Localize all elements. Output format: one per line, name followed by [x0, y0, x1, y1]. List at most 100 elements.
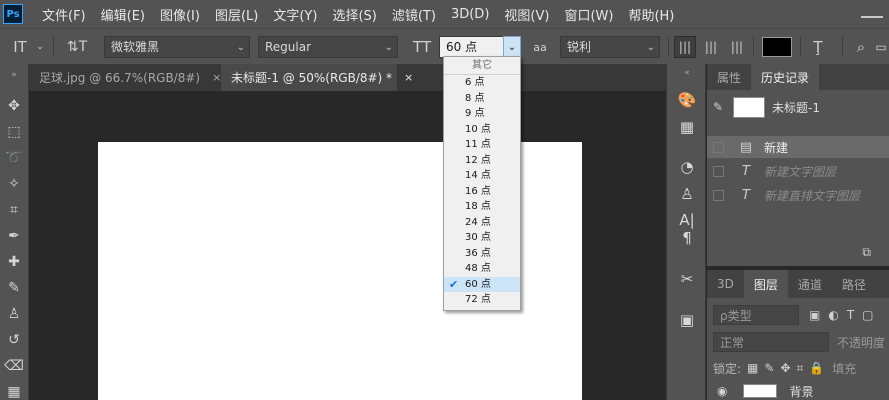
tab-3d[interactable]: 3D [707, 270, 744, 298]
layer-row[interactable]: ◉ 背景 [707, 382, 889, 400]
paragraph-panel-icon[interactable]: ¶ [677, 228, 697, 248]
layer-kind-filter[interactable]: ρ类型 [713, 305, 799, 325]
lock-position-icon[interactable]: ✥ [780, 361, 790, 375]
tab-untitled-1[interactable]: 未标题-1 @ 50%(RGB/8#) * × [221, 64, 413, 91]
menu-file[interactable]: 文件(F) [42, 5, 86, 24]
eraser-tool-icon[interactable]: ⌫ [4, 356, 24, 376]
shape-filter-icon[interactable]: ▢ [862, 308, 873, 322]
size-option[interactable]: 14 点 [444, 168, 520, 184]
move-tool-icon[interactable]: ✥ [4, 96, 24, 116]
new-document-from-state-icon[interactable]: ⧉ [862, 245, 871, 260]
blend-mode-select[interactable]: 正常 [713, 332, 829, 352]
pixel-filter-icon[interactable]: ▣ [809, 308, 820, 322]
collapse-icon[interactable]: « [677, 68, 697, 78]
history-checkbox[interactable] [713, 141, 724, 153]
stamp-panel-icon[interactable]: ♙ [677, 184, 697, 204]
history-panel: 属性 历史记录 ✎ 未标题-1 ▤ 新建 T 新建文字图层 T 新建直排文字图层… [707, 64, 889, 266]
brush-tool-icon[interactable]: ✎ [4, 278, 24, 298]
lock-transparent-icon[interactable]: ▦ [747, 361, 758, 375]
minimize-icon[interactable] [861, 4, 883, 18]
lock-all-icon[interactable]: 🔒 [809, 361, 824, 375]
size-option[interactable]: 36 点 [444, 246, 520, 262]
size-option[interactable]: 10 点 [444, 122, 520, 138]
eyedropper-tool-icon[interactable]: ✒ [4, 226, 24, 246]
menu-image[interactable]: 图像(I) [160, 5, 200, 24]
history-item[interactable]: T 新建直排文字图层 [707, 184, 889, 206]
text-color-swatch[interactable] [762, 37, 792, 57]
size-option[interactable]: 6 点 [444, 75, 520, 91]
menu-type[interactable]: 文字(Y) [273, 5, 317, 24]
type-filter-icon[interactable]: T [847, 308, 854, 322]
size-option[interactable]: 8 点 [444, 91, 520, 107]
tab-paths[interactable]: 路径 [832, 270, 876, 298]
history-brush-source-icon[interactable]: ✎ [713, 100, 723, 114]
tab-football-jpg[interactable]: 足球.jpg @ 66.7%(RGB/8#) × [29, 64, 221, 91]
antialias-select[interactable]: 锐利 ⌄ [560, 36, 660, 58]
type-tool-preset-icon[interactable]: IT [8, 36, 32, 58]
color-panel-icon[interactable]: 🎨 [677, 90, 697, 110]
character-panel-icon[interactable]: A| [677, 210, 697, 230]
paths-panel-icon[interactable]: ▣ [677, 310, 697, 330]
search-icon[interactable]: ⌕ [850, 36, 872, 58]
history-checkbox[interactable] [713, 165, 724, 177]
close-icon[interactable]: × [212, 71, 221, 84]
size-option[interactable]: 30 点 [444, 230, 520, 246]
tools-panel-icon[interactable]: ✂ [677, 269, 697, 289]
size-option[interactable]: 72 点 [444, 292, 520, 308]
tab-properties[interactable]: 属性 [707, 64, 751, 90]
healing-brush-tool-icon[interactable]: ✚ [4, 252, 24, 272]
size-option[interactable]: 24 点 [444, 215, 520, 231]
lock-artboard-icon[interactable]: ⌗ [797, 361, 804, 376]
history-snapshot[interactable]: ✎ 未标题-1 [707, 92, 889, 122]
align-left-icon[interactable]: ||| [674, 36, 696, 58]
history-item[interactable]: ▤ 新建 [707, 136, 889, 158]
size-option[interactable]: 18 点 [444, 199, 520, 215]
menu-layer[interactable]: 图层(L) [215, 5, 258, 24]
adjustment-filter-icon[interactable]: ◐ [828, 308, 838, 322]
history-brush-tool-icon[interactable]: ↺ [4, 330, 24, 350]
size-option[interactable]: 12 点 [444, 153, 520, 169]
photoshop-logo: Ps [3, 4, 23, 24]
tab-history[interactable]: 历史记录 [751, 64, 820, 90]
crop-tool-icon[interactable]: ⌗ [4, 200, 24, 220]
collapse-icon[interactable]: » [4, 70, 24, 80]
panels-icon[interactable]: ▭ [874, 36, 888, 58]
size-option[interactable]: 9 点 [444, 106, 520, 122]
size-option-selected[interactable]: ✔ 60 点 [444, 276, 520, 292]
tab-layers[interactable]: 图层 [743, 270, 788, 298]
font-family-select[interactable]: 微软雅黑 ⌄ [104, 36, 250, 58]
font-style-select[interactable]: Regular ⌄ [258, 36, 398, 58]
eye-icon[interactable]: ◉ [717, 384, 727, 398]
menu-view[interactable]: 视图(V) [504, 5, 549, 24]
align-center-icon[interactable]: ||| [700, 36, 722, 58]
tab-channels[interactable]: 通道 [788, 270, 832, 298]
document-icon: ▤ [739, 139, 753, 155]
font-size-dropdown-button[interactable]: ⌄ [503, 36, 521, 58]
warp-text-icon[interactable]: Ţ [806, 36, 830, 58]
align-right-icon[interactable]: ||| [726, 36, 748, 58]
toggle-orientation-icon[interactable]: ⇅T [64, 36, 90, 58]
lock-image-icon[interactable]: ✎ [764, 361, 774, 375]
adjustments-panel-icon[interactable]: ◔ [677, 157, 697, 177]
close-icon[interactable]: × [404, 71, 413, 84]
lasso-tool-icon[interactable]: ➰ [4, 148, 24, 168]
menu-help[interactable]: 帮助(H) [628, 5, 674, 24]
history-item[interactable]: T 新建文字图层 [707, 160, 889, 182]
menu-window[interactable]: 窗口(W) [564, 5, 613, 24]
menu-3d[interactable]: 3D(D) [451, 7, 489, 22]
marquee-tool-icon[interactable]: ⬚ [4, 122, 24, 142]
clone-stamp-tool-icon[interactable]: ♙ [4, 304, 24, 324]
history-checkbox[interactable] [713, 189, 724, 201]
size-option[interactable]: 16 点 [444, 184, 520, 200]
font-size-icon: ꓔT [412, 38, 432, 56]
size-option[interactable]: 11 点 [444, 137, 520, 153]
swatches-panel-icon[interactable]: ▦ [677, 117, 697, 137]
chevron-down-icon[interactable]: ⌄ [34, 36, 46, 58]
layer-thumbnail [743, 384, 778, 398]
size-option[interactable]: 48 点 [444, 261, 520, 277]
gradient-tool-icon[interactable]: ▦ [4, 382, 24, 400]
menu-edit[interactable]: 编辑(E) [101, 5, 145, 24]
menu-select[interactable]: 选择(S) [332, 5, 376, 24]
menu-filter[interactable]: 滤镜(T) [392, 5, 436, 24]
magic-wand-tool-icon[interactable]: ✧ [4, 174, 24, 194]
